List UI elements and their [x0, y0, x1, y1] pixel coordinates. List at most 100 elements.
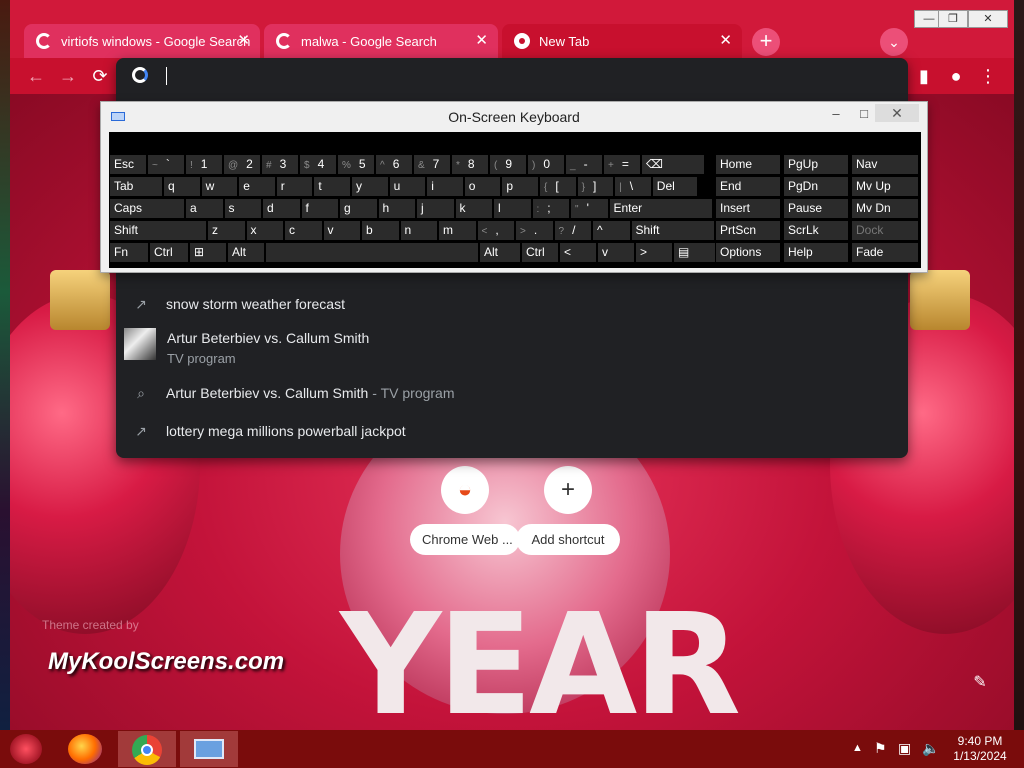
key-scrlk[interactable]: ScrLk: [783, 220, 849, 241]
key-mv-dn[interactable]: Mv Dn: [851, 198, 919, 219]
key-del[interactable]: Del: [651, 176, 698, 197]
key-char[interactable]: m: [438, 220, 477, 241]
new-tab-button[interactable]: +: [752, 28, 780, 56]
key-char[interactable]: @2: [223, 154, 261, 175]
key-down-arrow[interactable]: v: [597, 242, 635, 263]
osk-titlebar[interactable]: On-Screen Keyboard – □ ✕: [101, 102, 927, 132]
key-char[interactable]: ~ `: [147, 154, 185, 175]
key-char[interactable]: b: [361, 220, 400, 241]
back-button[interactable]: ←: [24, 64, 48, 88]
key-char[interactable]: e: [238, 176, 276, 197]
key-char[interactable]: :;: [531, 198, 570, 219]
key-char[interactable]: j: [416, 198, 455, 219]
key-char[interactable]: ) 0: [527, 154, 565, 175]
profile-avatar[interactable]: ●: [944, 64, 968, 88]
key-up-arrow[interactable]: ^: [592, 220, 631, 241]
shortcut-chrome-web-store[interactable]: ◒ Chrome Web ...: [410, 466, 520, 555]
key-pgup[interactable]: PgUp: [783, 154, 849, 175]
key-fn[interactable]: Fn: [109, 242, 149, 263]
tab-virtiofs[interactable]: virtiofs windows - Google Search ✕: [24, 24, 260, 58]
key-char[interactable]: ? /: [553, 220, 592, 241]
key-right-arrow[interactable]: >: [635, 242, 673, 263]
key-windows[interactable]: ⊞: [189, 242, 227, 263]
key-backspace[interactable]: ⌫: [641, 154, 705, 175]
flag-icon[interactable]: ⚑: [874, 740, 887, 757]
volume-icon[interactable]: 🔈: [922, 740, 939, 757]
menu-button[interactable]: ⋮: [976, 64, 1000, 88]
key-char[interactable]: w: [200, 176, 239, 197]
key-left-arrow[interactable]: <: [559, 242, 597, 263]
osk-minimize-button[interactable]: –: [823, 106, 849, 124]
close-tab-icon[interactable]: ✕: [475, 33, 488, 49]
suggestion-item[interactable]: Artur Beterbiev vs. Callum Smith TV prog…: [116, 324, 908, 370]
osk-maximize-button[interactable]: □: [851, 106, 877, 124]
start-button[interactable]: [10, 734, 42, 764]
key-ctrl[interactable]: Ctrl: [149, 242, 189, 263]
key-tab[interactable]: Tab: [109, 176, 163, 197]
key-shift[interactable]: Shift: [630, 220, 715, 241]
key-char[interactable]: s: [223, 198, 262, 219]
tab-malwa[interactable]: malwa - Google Search ✕: [264, 24, 498, 58]
key-home[interactable]: Home: [715, 154, 781, 175]
key-alt[interactable]: Alt: [227, 242, 265, 263]
key-char[interactable]: y: [351, 176, 389, 197]
key-char[interactable]: u: [388, 176, 427, 197]
reload-button[interactable]: ⟳: [88, 64, 112, 88]
key-char[interactable]: i: [426, 176, 464, 197]
osk-close-button[interactable]: ✕: [875, 104, 919, 122]
address-bar[interactable]: [116, 58, 908, 94]
key-char[interactable]: | \: [614, 176, 652, 197]
key-char[interactable]: % 5: [337, 154, 375, 175]
key-char[interactable]: <,: [476, 220, 515, 241]
key-char[interactable]: q: [163, 176, 201, 197]
key-ctrl[interactable]: Ctrl: [521, 242, 559, 263]
key-esc[interactable]: Esc: [109, 154, 147, 175]
key-char[interactable]: n: [399, 220, 438, 241]
tab-new-tab[interactable]: New Tab ✕: [502, 24, 742, 58]
key-char[interactable]: & 7: [413, 154, 451, 175]
key-end[interactable]: End: [715, 176, 781, 197]
key-enter[interactable]: Enter: [608, 198, 713, 219]
key-fade[interactable]: Fade: [851, 242, 919, 263]
suggestion-item[interactable]: ↗ lottery mega millions powerball jackpo…: [116, 414, 908, 448]
key-char[interactable]: _ -: [565, 154, 603, 175]
key-char[interactable]: a: [185, 198, 224, 219]
close-tab-icon[interactable]: ✕: [719, 33, 732, 49]
close-window-button[interactable]: ✕: [968, 10, 1008, 28]
key-char[interactable]: {[: [539, 176, 577, 197]
key-char[interactable]: l: [493, 198, 532, 219]
key-space[interactable]: [265, 242, 479, 263]
key-char[interactable]: f: [300, 198, 339, 219]
key-char[interactable]: >.: [515, 220, 554, 241]
firefox-icon[interactable]: [68, 734, 102, 764]
key-prtscn[interactable]: PrtScn: [715, 220, 781, 241]
key-char[interactable]: c: [284, 220, 323, 241]
key-menu[interactable]: ▤: [673, 242, 717, 263]
key-char[interactable]: d: [262, 198, 301, 219]
tab-search-button[interactable]: ⌄: [880, 28, 908, 56]
key-help[interactable]: Help: [783, 242, 849, 263]
key-pgdn[interactable]: PgDn: [783, 176, 849, 197]
key-char[interactable]: #3: [261, 154, 299, 175]
key-shift[interactable]: Shift: [109, 220, 207, 241]
forward-button[interactable]: →: [56, 64, 80, 88]
customize-pencil-icon[interactable]: ✎: [968, 672, 992, 696]
key-char[interactable]: + =: [603, 154, 641, 175]
key-char[interactable]: $4: [299, 154, 337, 175]
clock[interactable]: 9:40 PM 1/13/2024: [952, 734, 1008, 764]
key-caps[interactable]: Caps: [109, 198, 185, 219]
key-char[interactable]: k: [454, 198, 493, 219]
suggestion-item[interactable]: ↗ snow storm weather forecast: [116, 287, 908, 321]
key-options[interactable]: Options: [715, 242, 781, 263]
taskbar-chrome[interactable]: [118, 731, 176, 767]
key-nav[interactable]: Nav: [851, 154, 919, 175]
show-hidden-icons[interactable]: ▲: [852, 742, 863, 754]
key-mv-up[interactable]: Mv Up: [851, 176, 919, 197]
key-char[interactable]: t: [313, 176, 351, 197]
key-char[interactable]: ^ 6: [375, 154, 413, 175]
side-panel-button[interactable]: ▮: [912, 64, 936, 88]
key-char[interactable]: (9: [489, 154, 527, 175]
key-char[interactable]: v: [322, 220, 361, 241]
taskbar-on-screen-keyboard[interactable]: [180, 731, 238, 767]
key-char[interactable]: z: [207, 220, 246, 241]
